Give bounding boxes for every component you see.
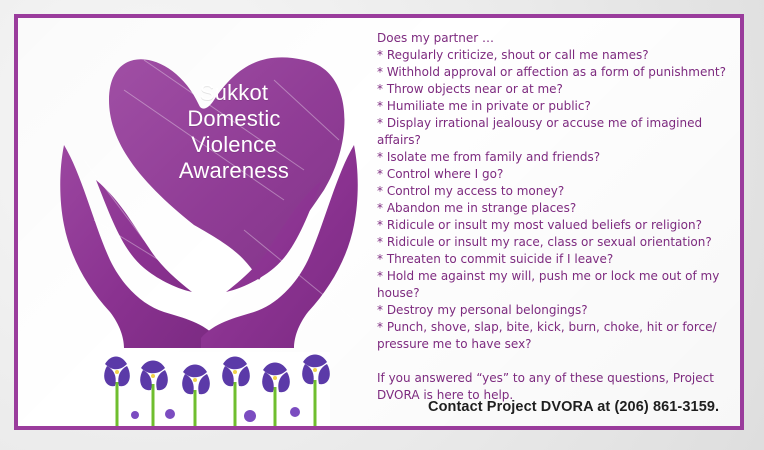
question-item: * Control my access to money? (377, 184, 565, 198)
question-item: * Regularly criticize, shout or call me … (377, 48, 649, 62)
heart-title-line2: Domestic (187, 106, 281, 131)
intro-text: Does my partner … (377, 31, 494, 45)
question-item: * Control where I go? (377, 167, 504, 181)
question-item: * Display irrational jealousy or accuse … (377, 116, 703, 147)
question-item: * Destroy my personal belongings? (377, 303, 588, 317)
question-item: * Punch, shove, slap, bite, kick, burn, … (377, 320, 717, 351)
question-item: * Humiliate me in private or public? (377, 99, 591, 113)
question-item: * Threaten to commit suicide if I leave? (377, 252, 614, 266)
question-item: * Ridicule or insult my most valued beli… (377, 218, 702, 232)
heart-title-line4: Awareness (178, 158, 290, 183)
questions-list: * Regularly criticize, shout or call me … (372, 47, 744, 353)
iris-flowers (95, 352, 330, 426)
heart-title-line1: Sukkot (199, 80, 269, 105)
questions-panel: Does my partner … * Regularly criticize,… (372, 30, 744, 402)
question-item: * Withhold approval or affection as a fo… (377, 65, 727, 79)
heart-title-line3: Violence (191, 132, 277, 157)
question-item: * Isolate me from family and friends? (377, 150, 601, 164)
question-item: * Hold me against my will, push me or lo… (377, 269, 720, 300)
question-item: * Ridicule or insult my race, class or s… (377, 235, 712, 249)
contact-line: Contact Project DVORA at (206) 861-3159. (428, 399, 720, 415)
heart-title: Sukkot Domestic Violence Awareness (154, 80, 314, 184)
poster: Sukkot Domestic Violence Awareness Does … (0, 0, 764, 450)
iris-flowers-icon (104, 354, 330, 426)
question-item: * Abandon me in strange places? (377, 201, 577, 215)
question-item: * Throw objects near or at me? (377, 82, 563, 96)
